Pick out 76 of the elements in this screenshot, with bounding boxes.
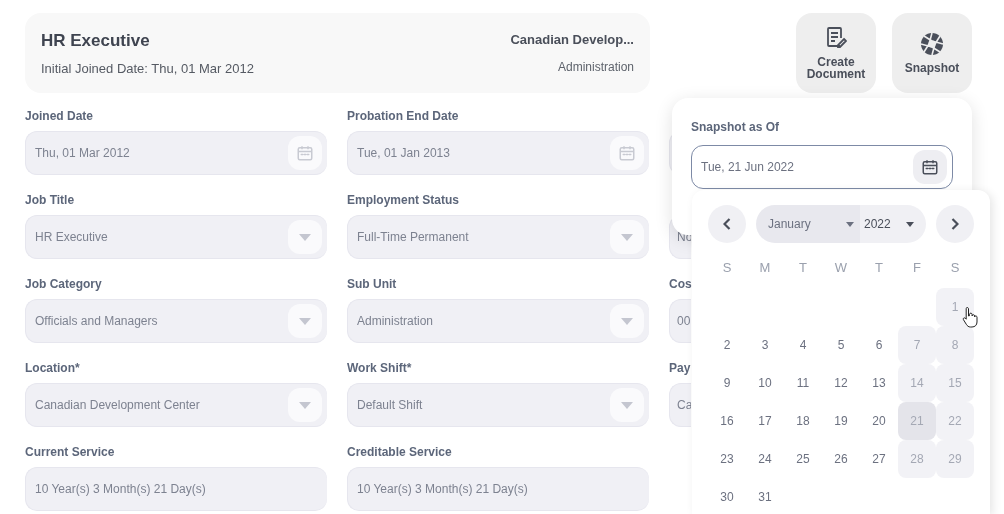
field-label: Sub Unit [347, 277, 398, 291]
field-label: Job Category [25, 277, 103, 291]
weekday-label: T [874, 259, 884, 277]
month-dropdown[interactable]: January [756, 205, 860, 243]
sub-unit-text: Administration [557, 58, 634, 76]
previous-month-button[interactable] [708, 205, 746, 243]
caret-icon[interactable] [610, 304, 644, 338]
location-text: Canadian Develop... [510, 31, 634, 50]
calendar-day[interactable]: 24 [746, 440, 784, 478]
text-field[interactable]: 00 [669, 299, 691, 343]
chevron-left-icon [723, 218, 731, 230]
calendar-day[interactable]: 6 [860, 326, 898, 364]
date-field[interactable]: Thu, 01 Mar 2012 [25, 131, 327, 175]
job-title: HR Executive [41, 29, 151, 52]
weekday-label: T [798, 259, 808, 277]
calendar-day[interactable]: 19 [822, 402, 860, 440]
field-label: Current Service [25, 445, 116, 459]
calendar-day[interactable]: 18 [784, 402, 822, 440]
weekday-label: W [833, 259, 849, 277]
calendar-day[interactable]: 3 [746, 326, 784, 364]
weekday-label: S [949, 259, 961, 277]
dropdown-field[interactable]: Full-Time Permanent [347, 215, 649, 259]
calendar-day[interactable]: 30 [708, 478, 746, 514]
caret-icon [846, 221, 854, 227]
date-field[interactable]: Tue, 21 Jun 2022 [691, 145, 953, 189]
next-month-button[interactable] [936, 205, 974, 243]
field-label: Probation End Date [347, 109, 460, 123]
snapshot-button[interactable]: Snapshot [892, 13, 972, 93]
calendar-day[interactable]: 10 [746, 364, 784, 402]
document-pencil-icon [825, 26, 847, 50]
field-label: Snapshot as Of [691, 119, 780, 136]
caret-icon[interactable] [610, 388, 644, 422]
calendar-day[interactable]: 13 [860, 364, 898, 402]
calendar-day[interactable]: 9 [708, 364, 746, 402]
chevron-right-icon [951, 218, 959, 230]
weekday-label: M [758, 259, 772, 277]
calendar-day[interactable]: 16 [708, 402, 746, 440]
dropdown-field[interactable]: Officials and Managers [25, 299, 327, 343]
hand-cursor-icon [962, 306, 978, 328]
field-label: Location* [25, 361, 81, 375]
calendar-day[interactable]: 2 [708, 326, 746, 364]
calendar-day[interactable]: 12 [822, 364, 860, 402]
create-document-button[interactable]: Create Document [796, 13, 876, 93]
caret-icon[interactable] [288, 220, 322, 254]
dropdown-field[interactable]: Administration [347, 299, 649, 343]
caret-icon [906, 221, 914, 227]
dropdown-field[interactable]: HR Executive [25, 215, 327, 259]
field-label: Cos [669, 277, 691, 291]
weekday-label: F [912, 259, 922, 277]
calendar-day[interactable]: 17 [746, 402, 784, 440]
field-label: Job Title [25, 193, 76, 207]
field-label: Work Shift* [347, 361, 413, 375]
field-label: Joined Date [25, 109, 94, 123]
dropdown-field[interactable]: Canadian Development Center [25, 383, 327, 427]
calendar-day[interactable]: 26 [822, 440, 860, 478]
dropdown-field[interactable]: Default Shift [347, 383, 649, 427]
aperture-icon [920, 32, 944, 56]
field-label: Employment Status [347, 193, 461, 207]
calendar-day[interactable]: 31 [746, 478, 784, 514]
calendar-day[interactable]: 20 [860, 402, 898, 440]
calendar-day[interactable]: 5 [822, 326, 860, 364]
field-label: Pay [669, 361, 691, 375]
date-field[interactable]: Tue, 01 Jan 2013 [347, 131, 649, 175]
weekday-label: S [721, 259, 733, 277]
field-label: Creditable Service [347, 445, 453, 459]
calendar-day[interactable]: 23 [708, 440, 746, 478]
year-dropdown[interactable]: 2022 [860, 205, 926, 243]
calendar-day[interactable]: 27 [860, 440, 898, 478]
calendar-day[interactable]: 4 [784, 326, 822, 364]
calendar-day[interactable]: 11 [784, 364, 822, 402]
caret-icon[interactable] [288, 304, 322, 338]
joined-date-text: Initial Joined Date: Thu, 01 Mar 2012 [41, 60, 254, 78]
calendar-day[interactable]: 25 [784, 440, 822, 478]
caret-icon[interactable] [288, 388, 322, 422]
caret-icon[interactable] [610, 220, 644, 254]
calendar-icon[interactable] [913, 150, 947, 184]
